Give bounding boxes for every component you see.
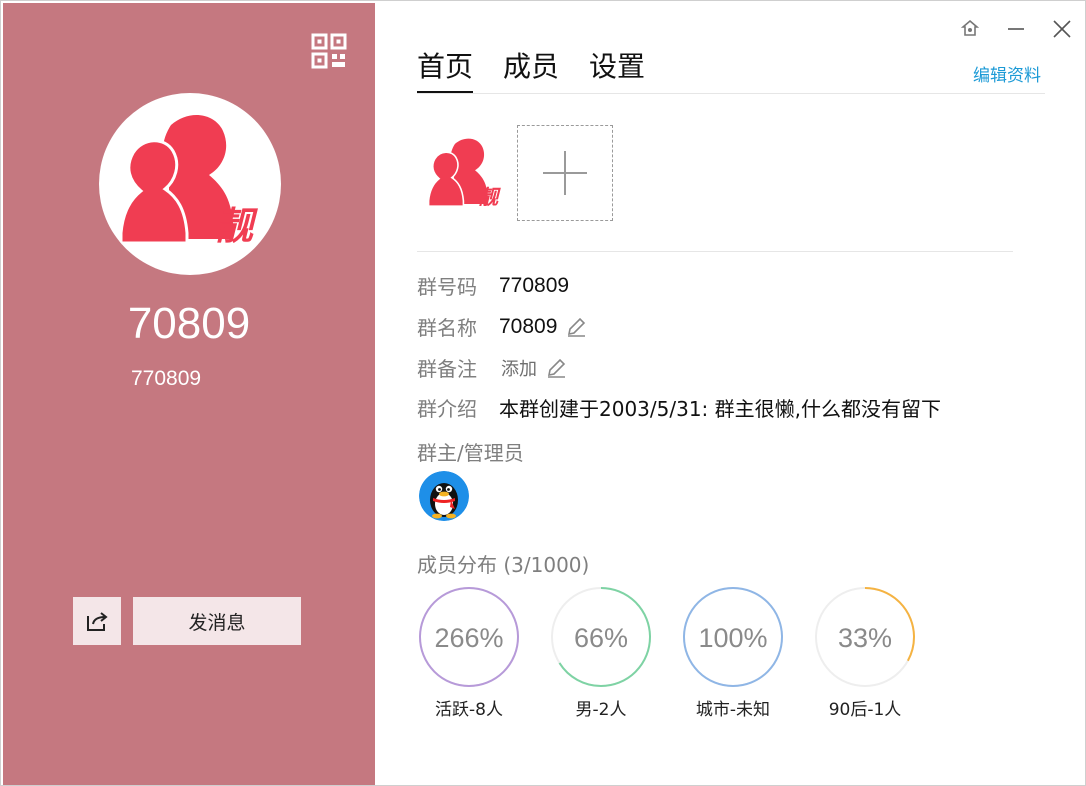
owner-avatar[interactable] [419,471,469,521]
group-intro-row: 群介绍 本群创建于2003/5/31: 群主很懒,什么都没有留下 [417,393,941,422]
send-message-button[interactable]: 发消息 [133,597,301,645]
plus-icon [543,151,587,195]
group-intro-value: 本群创建于2003/5/31: 群主很懒,什么都没有留下 [499,397,942,421]
group-number-small: 770809 [131,367,202,390]
distribution-ring: 66% [551,587,651,687]
group-profile-window: 靓 70809 770809 发消息 首页 成员 设置 编辑资料 靓 群号码 7… [0,0,1086,786]
edit-name-pencil-icon[interactable] [565,316,587,338]
member-distribution: 266% 活跃-8人 66% 男-2人 100% 城市-未知 33% 90后-1人 [417,585,917,720]
minimize-button[interactable] [993,1,1039,57]
group-photo-thumbnail[interactable]: 靓 [417,127,513,223]
section-divider [417,251,1013,252]
title-bar [947,1,1085,57]
group-number-row: 群号码 770809 [417,271,569,300]
group-number-value: 770809 [499,273,570,297]
svg-text:靓: 靓 [215,204,258,248]
tab-bar: 首页 成员 设置 [417,45,645,93]
group-note-row: 群备注 添加 [417,353,567,382]
group-note-label: 群备注 [417,357,477,381]
distribution-ring: 266% [419,587,519,687]
group-name-row: 群名称 70809 [417,312,587,341]
tab-0[interactable]: 首页 [417,45,474,93]
distribution-item[interactable]: 33% 90后-1人 [813,585,917,720]
distribution-ring: 100% [683,587,783,687]
left-profile-panel: 靓 70809 770809 发消息 [3,3,375,785]
svg-text:靓: 靓 [478,185,501,209]
admins-title: 群主/管理员 [417,441,524,465]
share-button[interactable] [73,597,121,645]
tab-2[interactable]: 设置 [589,45,645,93]
group-name-large: 70809 [127,299,251,348]
pin-icon [960,19,980,36]
ring-percent-text: 100% [698,623,767,653]
share-icon [87,612,108,631]
close-button[interactable] [1039,1,1085,57]
ring-percent-text: 266% [434,623,503,653]
tab-divider [417,93,1045,94]
edit-profile-link[interactable]: 编辑资料 [973,61,1041,86]
group-number-label: 群号码 [417,275,477,299]
close-icon [1053,20,1071,38]
minimize-icon [1008,28,1024,30]
group-name-value: 70809 [499,314,558,338]
group-name-label: 群名称 [417,316,477,340]
distribution-label: 活跃-8人 [435,700,503,720]
distribution-label: 90后-1人 [828,700,902,720]
ring-percent-text: 33% [838,623,892,653]
distribution-item[interactable]: 266% 活跃-8人 [417,585,521,720]
distribution-item[interactable]: 66% 男-2人 [549,585,653,720]
ring-percent-text: 66% [574,623,628,653]
distribution-title: 成员分布 (3/1000) [417,553,590,577]
edit-note-pencil-icon[interactable] [545,357,567,379]
penguin-icon [419,471,469,521]
group-avatar[interactable]: 靓 [99,93,281,275]
distribution-label: 男-2人 [575,700,627,720]
group-thumbnail-icon: 靓 [427,138,501,209]
qr-code-icon[interactable] [311,33,347,69]
pin-button[interactable] [947,1,993,57]
add-photo-button[interactable] [517,125,613,221]
distribution-ring: 33% [815,587,915,687]
add-note-link[interactable]: 添加 [501,355,537,381]
tab-1[interactable]: 成员 [503,45,559,93]
group-intro-label: 群介绍 [417,397,477,421]
distribution-item[interactable]: 100% 城市-未知 [681,585,785,720]
distribution-label: 城市-未知 [695,700,771,720]
group-avatar-icon: 靓 [119,114,258,248]
